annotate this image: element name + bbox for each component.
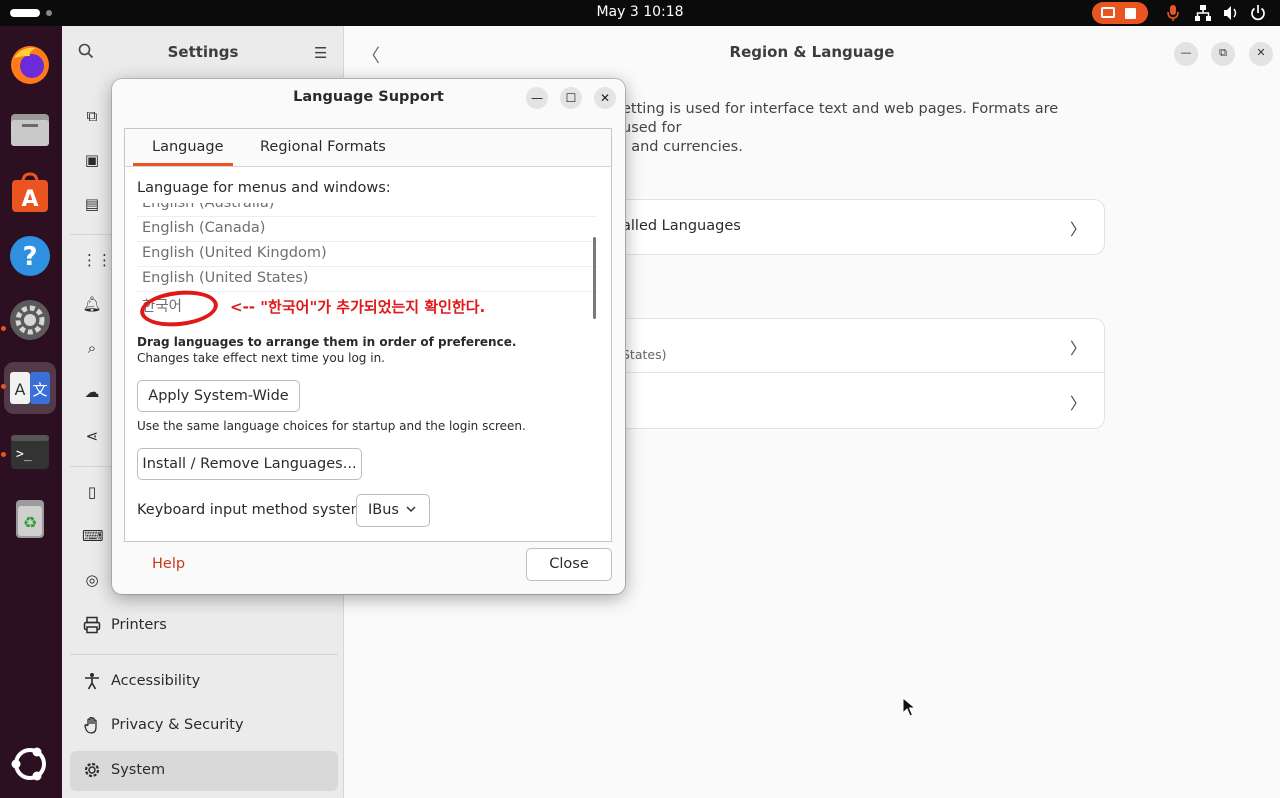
share-icon: ⋖ [85,427,99,445]
maximize-button[interactable]: ⧉ [1211,42,1235,66]
top-bar: May 3 10:18 [0,0,1280,26]
multitasking-icon: ⧉ [86,107,98,125]
svg-text:文: 文 [32,381,47,399]
formats-row[interactable]: States) 〉 [560,319,1104,373]
appearance-icon: ▣ [84,151,100,169]
ubuntu-icon[interactable] [8,742,52,786]
clock[interactable]: May 3 10:18 [0,4,1280,20]
list-item[interactable]: English (United States) [137,267,597,292]
desktop-icon: ▤ [84,195,100,213]
active-tab-indicator [133,163,233,166]
close-dialog-button[interactable]: Close [526,548,612,581]
power-icon[interactable] [1250,4,1266,26]
tab-regional-formats[interactable]: Regional Formats [260,139,386,155]
search-icon: ⌕ [87,339,97,357]
installed-languages-row[interactable]: alled Languages 〉 [560,200,1104,254]
running-indicator [1,384,6,389]
dialog-content-frame: Language Regional Formats Language for m… [124,128,612,542]
microphone-icon[interactable] [1166,4,1180,26]
chevron-right-icon: 〉 [1069,394,1086,413]
files-icon[interactable] [8,106,52,150]
sidebar-header: Settings ☰ [62,26,344,78]
svg-text:>_: >_ [16,447,32,462]
network-icon[interactable] [1194,4,1212,26]
firefox-icon[interactable] [8,42,52,86]
drag-instruction: Drag languages to arrange them in order … [137,335,517,349]
apply-note: Use the same language choices for startu… [137,419,526,433]
running-indicator [1,326,6,331]
sidebar-item-system[interactable]: System [70,751,338,791]
help-icon[interactable]: ? [8,234,52,278]
formats-card: States) 〉 〉 [560,319,1104,428]
trash-icon[interactable]: ♻ [8,496,52,540]
keyboard-input-select[interactable]: IBus [356,494,430,527]
chevron-right-icon: 〉 [1069,339,1086,358]
drag-instruction-sub: Changes take effect next time you log in… [137,351,385,365]
terminal-icon[interactable]: >_ [8,430,52,474]
app-center-icon[interactable]: A [8,170,52,214]
printer-icon [82,616,102,636]
apps-grid-icon: ⋮⋮ [82,251,112,269]
svg-text:A: A [15,380,26,399]
sidebar-item-printers[interactable]: Printers [70,606,338,646]
dialog-title: Language Support [293,89,444,105]
close-button[interactable]: ✕ [1249,42,1273,66]
region-description: etting is used for interface text and we… [622,101,1059,155]
dialog-close-button[interactable]: ✕ [594,87,616,109]
login-screen-row[interactable]: 〉 [560,374,1104,428]
tab-language[interactable]: Language [152,139,224,155]
minimize-button[interactable]: — [1174,42,1198,66]
install-remove-languages-button[interactable]: Install / Remove Languages... [137,448,362,480]
language-icon[interactable]: A文 [4,362,56,414]
svg-text:?: ? [22,242,37,272]
language-support-dialog: Language Support — ☐ ✕ Language Regional… [112,79,625,594]
color-icon: ◎ [85,571,99,589]
dock: A ? A文 >_ ♻ [0,26,62,798]
dialog-minimize-button[interactable]: — [526,87,548,109]
bell-icon: 🔔︎ [82,295,102,313]
svg-text:A: A [21,187,38,212]
svg-text:♻: ♻ [23,513,37,532]
volume-icon[interactable] [1222,4,1240,26]
hand-icon [82,716,102,736]
gear-icon [82,761,102,781]
apply-system-wide-button[interactable]: Apply System-Wide [137,380,300,412]
tab-bar: Language Regional Formats [125,129,611,167]
list-scrollbar[interactable] [593,237,596,319]
language-list-label: Language for menus and windows: [137,180,391,196]
sidebar-title: Settings [167,43,239,61]
dialog-maximize-button[interactable]: ☐ [560,87,582,109]
list-item[interactable]: English (Canada) [137,217,597,242]
list-item[interactable]: English (United Kingdom) [137,242,597,267]
languages-card: alled Languages 〉 [560,200,1104,254]
sidebar-item-privacy-security[interactable]: Privacy & Security [70,706,338,746]
mouse-pointer-icon [902,696,917,721]
list-item[interactable]: English (Australia) [137,203,597,217]
screen-recording-indicator[interactable] [1092,2,1148,24]
sidebar-item-accessibility[interactable]: Accessibility [70,662,338,702]
menu-icon[interactable]: ☰ [314,44,327,62]
sidebar-separator [70,654,338,655]
settings-icon[interactable] [8,298,52,342]
help-button[interactable]: Help [152,556,185,572]
chevron-right-icon: 〉 [1069,220,1086,239]
stop-icon [1125,8,1136,19]
accessibility-icon [82,672,102,692]
chevron-down-icon [405,503,417,518]
screencast-icon [1101,7,1115,18]
keyboard-icon: ⌨ [82,527,104,545]
mouse-icon: ▯ [87,483,97,501]
running-indicator [1,452,6,457]
annotation-text: <-- "한국어"가 추가되었는지 확인한다. [230,298,486,316]
page-title: Region & Language [729,43,895,61]
cloud-icon: ☁ [84,383,100,401]
keyboard-input-label: Keyboard input method system: [137,502,370,518]
